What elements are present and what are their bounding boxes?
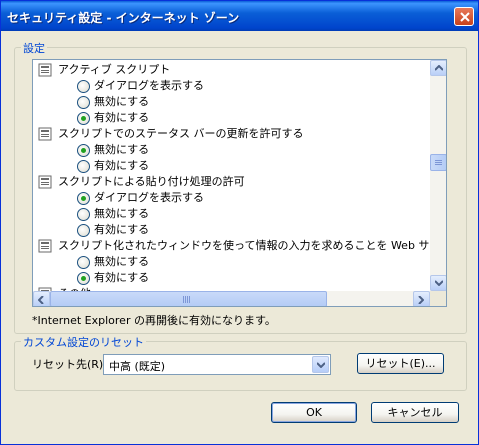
chevron-down-icon (435, 280, 443, 286)
close-button[interactable] (454, 7, 474, 26)
category-label: スクリプト化されたウィンドウを使って情報の入力を求めることを Web サイトに (58, 239, 430, 252)
cancel-button[interactable]: キャンセル (371, 402, 459, 423)
setting-option[interactable]: 有効にする (33, 158, 149, 174)
close-icon (460, 12, 470, 22)
setting-option[interactable]: ダイアログを表示する (33, 78, 204, 94)
setting-option[interactable]: 有効にする (33, 110, 149, 126)
settings-category-icon (38, 127, 52, 141)
radio-unchecked[interactable] (77, 80, 90, 93)
setting-option[interactable]: 無効にする (33, 254, 149, 270)
category-label: スクリプトによる貼り付け処理の許可 (58, 175, 245, 188)
setting-option[interactable]: ダイアログを表示する (33, 190, 204, 206)
option-label: 有効にする (94, 223, 150, 236)
chevron-left-icon (38, 296, 44, 304)
radio-checked[interactable] (77, 192, 90, 205)
radio-unchecked[interactable] (77, 208, 90, 221)
vertical-scrollbar[interactable] (430, 60, 446, 291)
horizontal-scroll-thumb[interactable] (50, 291, 327, 306)
option-label: ダイアログを表示する (94, 79, 204, 92)
restart-note: *Internet Explorer の再開後に有効になります。 (32, 314, 276, 327)
option-label: 有効にする (94, 111, 150, 124)
reset-legend: カスタム設定のリセット (21, 334, 146, 350)
radio-unchecked[interactable] (77, 256, 90, 269)
settings-legend: 設定 (21, 40, 47, 56)
settings-category-icon (38, 63, 52, 77)
scroll-up-button[interactable] (430, 60, 446, 76)
setting-category: スクリプト化されたウィンドウを使って情報の入力を求めることを Web サイトに (33, 238, 430, 254)
security-settings-dialog: セキュリティ設定 - インターネット ゾーン 設定 アクティブ スクリプトダイア… (0, 0, 479, 445)
option-label: 無効にする (94, 255, 150, 268)
reset-level-value: 中高 (既定) (109, 360, 166, 373)
radio-checked[interactable] (77, 272, 90, 285)
setting-category: アクティブ スクリプト (33, 62, 170, 78)
setting-option[interactable]: 無効にする (33, 206, 149, 222)
category-label: スクリプトでのステータス バーの更新を許可する (58, 127, 304, 140)
radio-unchecked[interactable] (77, 224, 90, 237)
settings-category-icon (38, 175, 52, 189)
radio-checked[interactable] (77, 112, 90, 125)
dropdown-button[interactable] (312, 356, 329, 373)
radio-unchecked[interactable] (77, 96, 90, 109)
scroll-right-button[interactable] (413, 291, 430, 306)
chevron-right-icon (418, 296, 424, 304)
reset-button[interactable]: リセット(E)... (357, 353, 444, 374)
option-label: 有効にする (94, 271, 150, 284)
setting-category: スクリプトでのステータス バーの更新を許可する (33, 126, 304, 142)
setting-option[interactable]: 無効にする (33, 142, 149, 158)
title-bar[interactable]: セキュリティ設定 - インターネット ゾーン (1, 1, 478, 31)
chevron-down-icon (317, 362, 325, 368)
horizontal-scrollbar[interactable] (33, 291, 430, 306)
vertical-scroll-thumb[interactable] (430, 154, 446, 171)
setting-option[interactable]: 有効にする (33, 270, 149, 286)
chevron-up-icon (435, 65, 443, 71)
option-label: 無効にする (94, 143, 150, 156)
scroll-left-button[interactable] (33, 291, 50, 306)
setting-category: スクリプトによる貼り付け処理の許可 (33, 174, 245, 190)
category-label: アクティブ スクリプト (58, 63, 171, 76)
option-label: 無効にする (94, 207, 150, 220)
radio-unchecked[interactable] (77, 160, 90, 173)
reset-level-select[interactable]: 中高 (既定) (103, 354, 331, 375)
settings-list: アクティブ スクリプト ダイアログを表示する 無効にする 有効にする スクリプトでのステ… (32, 59, 447, 307)
ok-button[interactable]: OK (271, 402, 357, 423)
option-label: ダイアログを表示する (94, 191, 204, 204)
radio-checked[interactable] (77, 144, 90, 157)
settings-category-icon (38, 239, 52, 253)
setting-option[interactable]: 有効にする (33, 222, 149, 238)
option-label: 無効にする (94, 95, 150, 108)
option-label: 有効にする (94, 159, 150, 172)
window-title: セキュリティ設定 - インターネット ゾーン (7, 11, 240, 25)
reset-to-label: リセット先(R): (32, 358, 107, 371)
scroll-corner (430, 291, 446, 306)
settings-tree: アクティブ スクリプト ダイアログを表示する 無効にする 有効にする スクリプトでのステ… (33, 60, 430, 291)
scroll-down-button[interactable] (430, 275, 446, 291)
setting-option[interactable]: 無効にする (33, 94, 149, 110)
